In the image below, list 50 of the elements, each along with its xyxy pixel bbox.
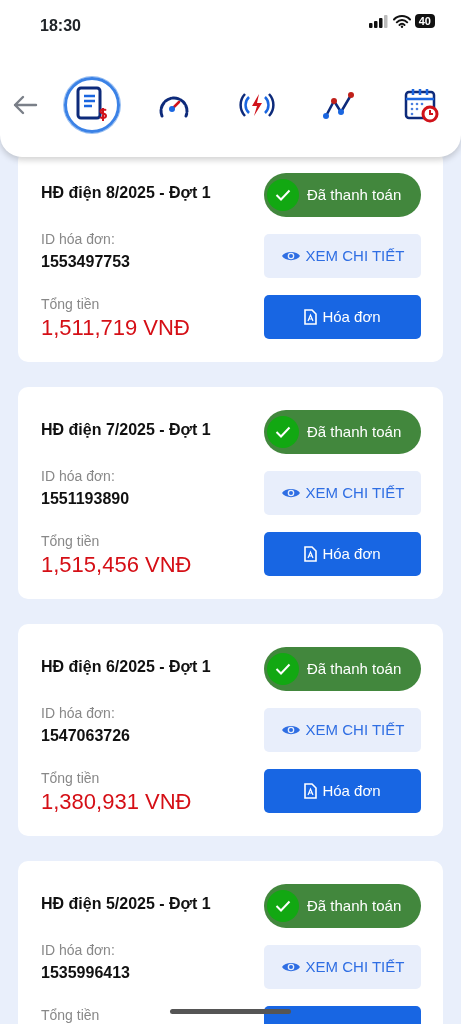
total-amount: 1,380,931 VNĐ [41,789,193,815]
eye-icon [280,486,301,500]
view-details-button[interactable]: XEM CHI TIẾT [264,234,421,278]
check-icon [267,416,299,448]
invoice-id: 1553497753 [41,252,131,272]
invoice-id: 1547063726 [41,726,131,746]
invoice-button[interactable]: Hóa đơn [264,769,421,813]
total-label: Tổng tiền [41,295,101,314]
invoice-button[interactable]: Hóa đơn [264,532,421,576]
eye-icon [280,723,301,737]
status-text: Đã thanh toán [307,184,402,205]
check-icon [267,890,299,922]
invoice-tab[interactable] [64,77,121,133]
pdf-file-icon [304,309,318,325]
pdf-file-icon [304,783,318,799]
bill-title: HĐ điện 7/2025 - Đợt 1 [41,420,211,440]
view-details-button[interactable]: XEM CHI TIẾT [264,945,421,989]
invoice-id-label: ID hóa đơn: [41,704,116,723]
status-time: 18:30 [40,16,81,36]
invoice-id: 1551193890 [41,489,131,509]
eye-icon [280,960,301,974]
check-icon [267,653,299,685]
eye-icon [280,249,301,263]
bill-title: HĐ điện 6/2025 - Đợt 1 [41,657,211,677]
status-text: Đã thanh toán [307,658,402,679]
view-details-button[interactable]: XEM CHI TIẾT [264,708,421,752]
total-label: Tổng tiền [41,532,101,551]
status-text: Đã thanh toán [307,421,402,442]
invoice-id-label: ID hóa đơn: [41,941,116,960]
status-text: Đã thanh toán [307,895,402,916]
invoice-id-label: ID hóa đơn: [41,230,116,249]
signal-icon [368,14,389,28]
calendar-clock-icon [402,87,439,123]
view-details-button[interactable]: XEM CHI TIẾT [264,471,421,515]
total-label: Tổng tiền [41,769,101,788]
line-chart-icon [321,90,356,120]
invoice-button[interactable]: Hóa đơn [264,295,421,339]
lightning-signal-icon [237,91,276,119]
total-amount: 1,511,719 VNĐ [41,315,191,341]
pdf-file-icon [304,546,318,562]
bill-title: HĐ điện 8/2025 - Đợt 1 [41,183,211,203]
total-amount: 1,515,456 VNĐ [41,552,193,578]
bill-title: HĐ điện 5/2025 - Đợt 1 [41,894,211,914]
check-icon [267,179,299,211]
total-label: Tổng tiền [41,1006,101,1024]
battery-level: 40 [414,14,435,28]
invoice-id-label: ID hóa đơn: [41,467,116,486]
wifi-icon [392,14,411,28]
invoice-id: 1535996413 [41,963,131,983]
back-arrow-icon[interactable] [12,95,38,115]
